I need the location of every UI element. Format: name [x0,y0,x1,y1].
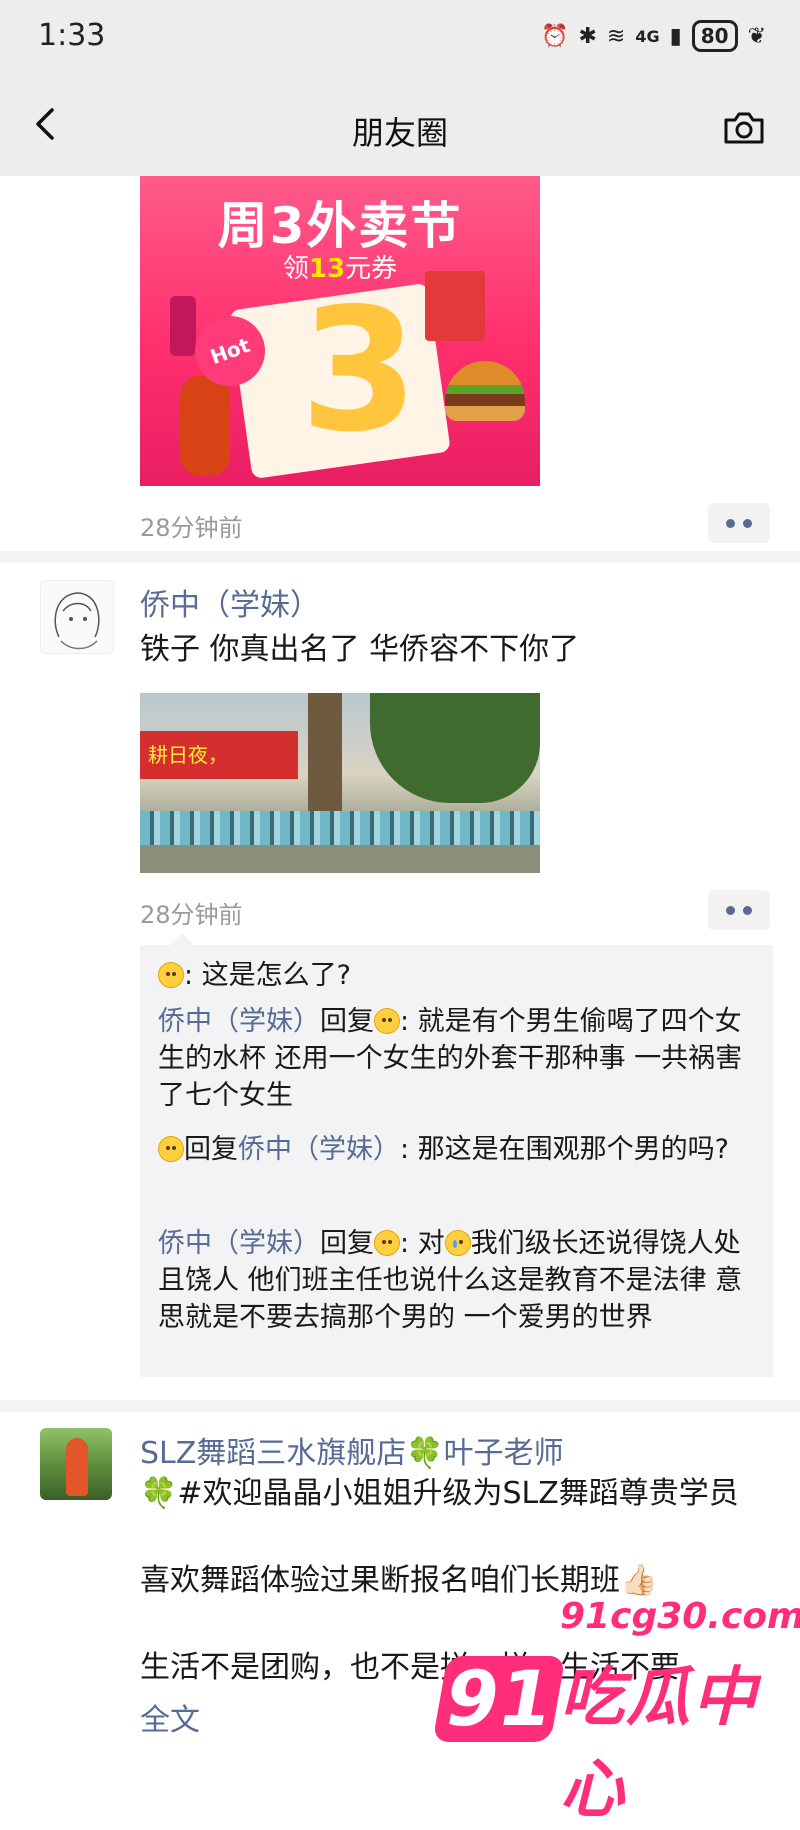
expand-full-text-link[interactable]: 全文 [140,1695,200,1739]
post-text: 铁子 你真出名了 华侨容不下你了 [140,632,580,667]
signal-icon: ▮ [669,23,682,49]
photo-banner: 耕日夜， [140,731,298,779]
wifi-icon: ≋ [606,23,626,49]
ground-graphic [140,845,540,873]
post-divider [0,1400,800,1412]
fries-graphic [425,271,485,341]
post-text: 🍀#欢迎晶晶小姐姐升级为SLZ舞蹈尊贵学员 [140,1476,739,1511]
post-divider [0,551,800,563]
comment-author[interactable]: 侨中（学妹） [158,1228,320,1259]
leaf-icon: ❦ [747,23,766,49]
avatar[interactable] [40,580,114,654]
post-text: 喜欢舞蹈体验过果断报名咱们长期班👍🏻 [140,1563,658,1598]
status-icons: ⏰ ✱ ≋ 4G ▮ 80 ❦ [541,20,766,52]
post-image-ad[interactable]: 周3外卖节 领13元券 Hot 3 [140,176,540,486]
post-author[interactable]: 侨中（学妹） [140,580,320,624]
signal-label: 4G [635,26,660,46]
comment[interactable]: 回复侨中（学妹）: 那这是在围观那个男的吗? [158,1131,758,1168]
alarm-icon: ⏰ [541,23,569,49]
page-title: 朋友圈 [351,114,448,152]
dot-icon [743,905,752,915]
more-options-button[interactable] [708,503,770,543]
avatar[interactable] [40,1428,112,1500]
comments-panel: : 这是怎么了? 侨中（学妹）回复: 就是有个男生偷喝了四个女生的水杯 还用一个… [140,933,773,1377]
comment-author[interactable]: 侨中（学妹） [158,1006,320,1037]
watermark-logo: 91 [432,1654,566,1743]
watermark-name: 吃瓜中心 [560,1661,758,1827]
emoji-avatar-icon [158,962,184,988]
comment[interactable]: 侨中（学妹）回复: 对我们级长还说得饶人处且饶人 他们班主任也说什么这是教育不是… [158,1225,758,1336]
emoji-avatar-icon [374,1230,400,1256]
comment[interactable]: : 这是怎么了? [158,957,758,994]
lipstick-graphic [170,296,196,356]
emoji-avatar-icon [158,1136,184,1162]
kebab-graphic [180,376,230,476]
post-time: 28分钟前 [140,901,243,929]
burger-graphic [445,361,525,421]
crying-emoji-icon [444,1230,471,1256]
big-number: 3 [300,272,419,470]
post-author[interactable]: SLZ舞蹈三水旗舰店🍀叶子老师 [140,1428,564,1472]
comment[interactable]: 侨中（学妹）回复: 就是有个男生偷喝了四个女生的水杯 还用一个女生的外套干那种事… [158,1003,758,1114]
dot-icon [743,518,752,528]
more-options-button[interactable] [708,890,770,930]
dot-icon [726,518,735,528]
bluetooth-icon: ✱ [578,23,597,49]
anime-avatar-icon [54,592,100,650]
dancer-figure [66,1438,88,1496]
watermark-url: 91cg30.com [560,1596,800,1637]
emoji-avatar-icon [374,1008,400,1034]
post-time: 28分钟前 [140,514,243,542]
crowd-graphic [140,811,540,845]
dot-icon [726,905,735,915]
comment-reply-to[interactable]: 侨中（学妹） [238,1134,400,1165]
post-photo[interactable]: 耕日夜， [140,693,540,873]
status-time: 1:33 [38,18,106,53]
battery-indicator: 80 [691,20,738,52]
tree-graphic [370,693,540,803]
camera-icon[interactable] [722,110,766,146]
